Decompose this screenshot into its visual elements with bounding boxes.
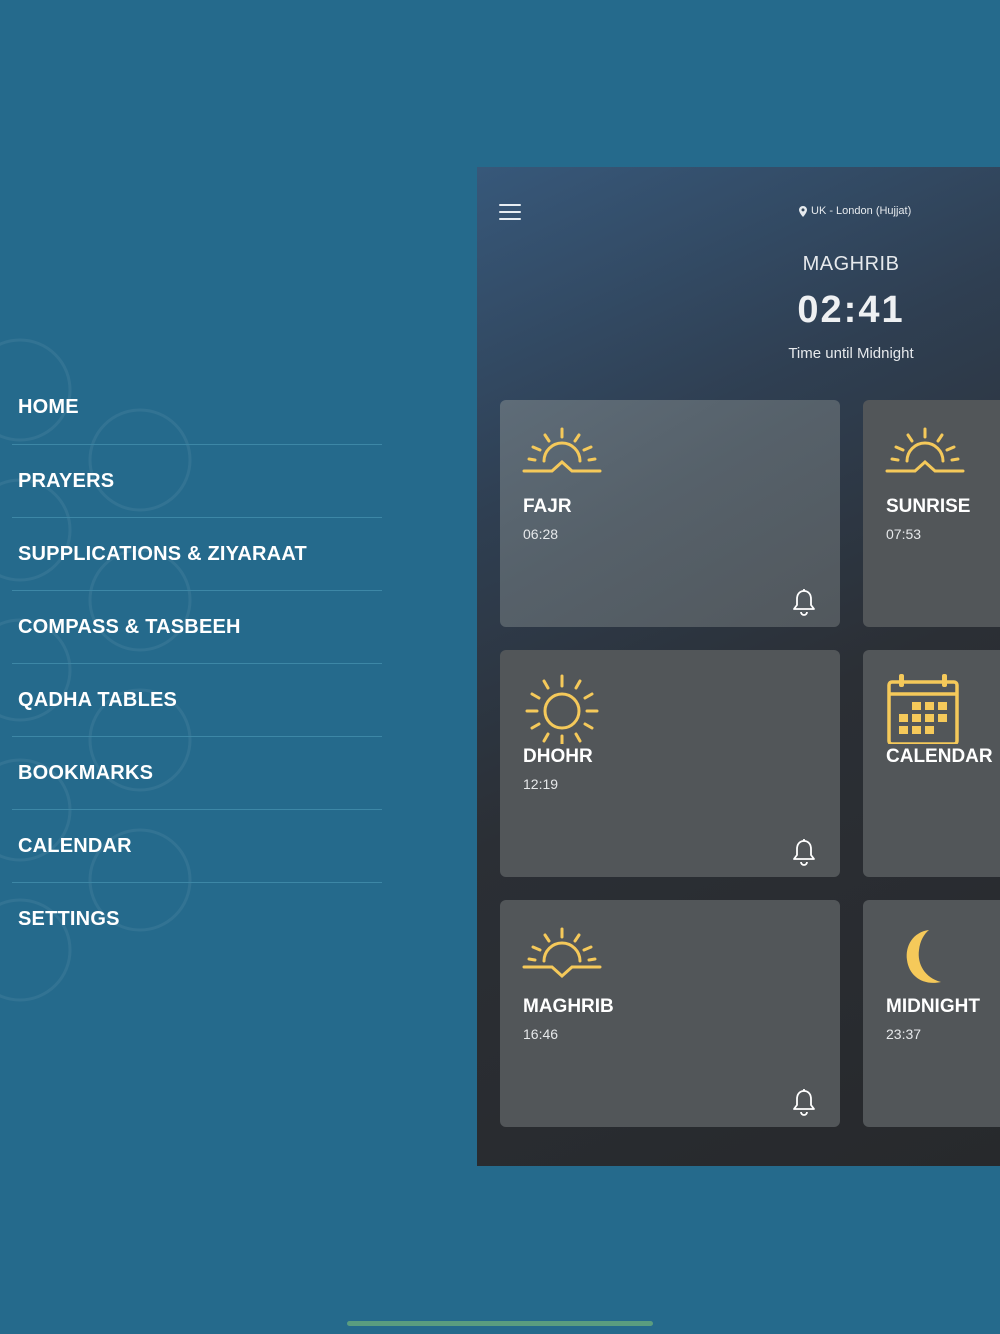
prayer-name: FAJR (523, 496, 572, 517)
sunrise-icon (522, 427, 602, 473)
menu-item-settings[interactable]: SETTINGS (12, 883, 382, 956)
menu-item-label: SUPPLICATIONS & ZIYARAAT (18, 542, 307, 565)
menu-item-compass[interactable]: COMPASS & TASBEEH (12, 591, 382, 664)
calendar-label: CALENDAR (886, 746, 993, 767)
menu-item-bookmarks[interactable]: BOOKMARKS (12, 737, 382, 810)
sunrise-icon (885, 427, 965, 473)
menu-item-supplications[interactable]: SUPPLICATIONS & ZIYARAAT (12, 518, 382, 591)
location-label: UK - London (Hujjat) (811, 205, 912, 217)
prayer-card-midnight[interactable]: MIDNIGHT 23:37 (863, 900, 1000, 1127)
bell-icon[interactable] (792, 1088, 816, 1116)
menu-item-label: PRAYERS (18, 469, 115, 492)
calendar-icon (887, 674, 959, 744)
prayer-card-dhohr[interactable]: DHOHR 12:19 (500, 650, 840, 877)
menu-item-calendar[interactable]: CALENDAR (12, 810, 382, 883)
prayer-name: SUNRISE (886, 496, 971, 517)
bell-icon[interactable] (792, 838, 816, 866)
calendar-card[interactable]: CALENDAR (863, 650, 1000, 877)
bell-icon[interactable] (792, 588, 816, 616)
countdown-timer: 02:41 (797, 289, 905, 331)
prayer-time: 23:37 (886, 1026, 922, 1042)
prayer-time: 06:28 (523, 526, 559, 542)
current-prayer-name: MAGHRIB (802, 253, 900, 275)
prayer-card-fajr[interactable]: FAJR 06:28 (500, 400, 840, 627)
prayer-name: MIDNIGHT (886, 996, 980, 1017)
prayer-name: MAGHRIB (523, 996, 614, 1017)
menu-item-label: SETTINGS (18, 908, 120, 930)
menu-item-home[interactable]: HOME (12, 370, 382, 445)
moon-icon (906, 930, 941, 983)
prayer-name: DHOHR (523, 746, 593, 767)
prayer-card-sunrise[interactable]: SUNRISE 07:53 (863, 400, 1000, 627)
menu-item-label: COMPASS & TASBEEH (18, 615, 241, 638)
prayer-time: 07:53 (886, 526, 922, 542)
menu-item-prayers[interactable]: PRAYERS (12, 445, 382, 518)
prayer-time: 16:46 (523, 1026, 559, 1042)
location-pin-icon (799, 205, 807, 217)
menu-item-label: BOOKMARKS (18, 761, 154, 784)
menu-item-label: QADHA TABLES (18, 688, 178, 711)
countdown-label: Time until Midnight (788, 345, 914, 362)
sunset-icon (522, 927, 602, 979)
location-selector[interactable]: UK - London (Hujjat) (799, 205, 911, 217)
menu-item-label: HOME (18, 395, 79, 418)
hamburger-menu-icon[interactable] (499, 203, 521, 221)
menu-item-label: CALENDAR (18, 834, 132, 857)
prayer-times-panel: UK - London (Hujjat) MAGHRIB 02:41 Time … (477, 167, 1000, 1166)
prayer-card-maghrib[interactable]: MAGHRIB 16:46 (500, 900, 840, 1127)
prayer-time: 12:19 (523, 776, 559, 792)
home-indicator[interactable] (347, 1321, 653, 1326)
sun-icon (525, 674, 599, 744)
menu-item-qadha-tables[interactable]: QADHA TABLES (12, 664, 382, 737)
side-menu: HOME PRAYERS SUPPLICATIONS & ZIYARAAT CO… (12, 370, 382, 956)
